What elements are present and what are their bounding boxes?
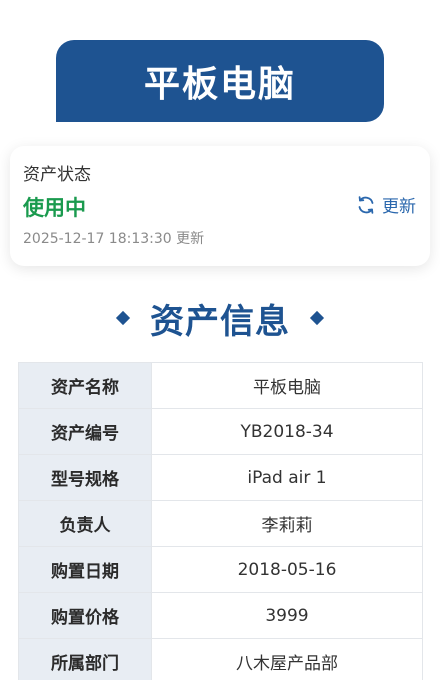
row-value: 李莉莉: [151, 500, 423, 547]
row-label: 购置价格: [18, 592, 152, 639]
row-label: 所属部门: [18, 638, 152, 680]
row-value: 2018-05-16: [151, 546, 423, 593]
asset-info-table: 资产名称 平板电脑 资产编号 YB2018-34 型号规格 iPad air 1…: [18, 362, 423, 680]
row-label: 资产编号: [18, 408, 152, 455]
table-row: 负责人 李莉莉: [18, 500, 423, 547]
table-row: 型号规格 iPad air 1: [18, 454, 423, 501]
row-label: 负责人: [18, 500, 152, 547]
table-row: 资产名称 平板电脑: [18, 362, 423, 409]
asset-status-card: 资产状态 使用中 2025-12-17 18:13:30 更新 更新: [10, 146, 430, 266]
status-value: 使用中: [23, 196, 86, 220]
row-label: 型号规格: [18, 454, 152, 501]
refresh-label: 更新: [382, 197, 416, 217]
table-row: 资产编号 YB2018-34: [18, 408, 423, 455]
row-value: iPad air 1: [151, 454, 423, 501]
table-row: 所属部门 八木屋产品部: [18, 638, 423, 680]
status-updated-time: 2025-12-17 18:13:30 更新: [23, 231, 205, 247]
row-value: YB2018-34: [151, 408, 423, 455]
row-value: 平板电脑: [151, 362, 423, 409]
diamond-icon: [115, 310, 131, 326]
row-label: 资产名称: [18, 362, 152, 409]
row-value: 3999: [151, 592, 423, 639]
section-title-text: 资产信息: [150, 301, 290, 342]
refresh-button[interactable]: 更新: [356, 192, 416, 217]
row-value: 八木屋产品部: [151, 638, 423, 680]
refresh-icon: [356, 195, 376, 215]
diamond-icon: [309, 310, 325, 326]
table-row: 购置日期 2018-05-16: [18, 546, 423, 593]
status-heading: 资产状态: [23, 165, 91, 185]
row-label: 购置日期: [18, 546, 152, 593]
asset-detail-page: 平板电脑 资产状态 使用中 2025-12-17 18:13:30 更新 更新 …: [0, 0, 440, 680]
table-row: 购置价格 3999: [18, 592, 423, 639]
section-title: 资产信息: [0, 292, 440, 344]
page-title: 平板电脑: [56, 40, 384, 122]
